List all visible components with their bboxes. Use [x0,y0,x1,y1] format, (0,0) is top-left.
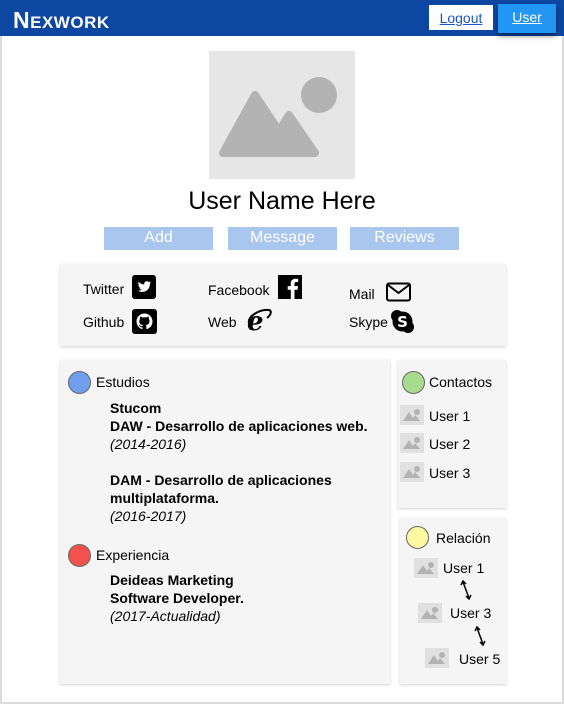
studies-entry: DAM - Desarrollo de aplicaciones multipl… [110,472,332,524]
skype-label[interactable]: Skype [349,314,388,330]
image-placeholder-icon [421,607,438,619]
relation-arrow-icon [474,625,486,649]
add-button[interactable]: Add [104,227,213,250]
svg-text:S: S [397,313,408,331]
relation-item[interactable]: User 5 [459,651,500,667]
relation-arrow-icon [460,579,472,603]
facebook-icon[interactable] [278,275,302,304]
relation-dot [406,526,429,549]
image-placeholder-icon [403,437,420,449]
brand-logo[interactable]: NEXWORK [13,7,110,34]
facebook-label[interactable]: Facebook [208,282,269,298]
contact-avatar [400,405,424,425]
relation-avatar [425,648,449,668]
contact-avatar [400,462,424,482]
relation-avatar [418,603,442,623]
github-icon[interactable] [132,309,157,339]
studies-title: Estudios [96,374,150,390]
twitter-icon[interactable] [132,275,156,304]
contacts-dot [402,371,425,394]
experience-dot [68,544,91,567]
web-label[interactable]: Web [208,314,237,330]
relation-item[interactable]: User 1 [443,560,484,576]
profile-avatar [209,51,355,179]
github-label[interactable]: Github [83,314,124,330]
contact-avatar [400,433,424,453]
user-name: User Name Here [188,187,376,215]
relation-title: Relación [436,530,491,546]
twitter-label[interactable]: Twitter [83,281,124,297]
experience-entry: Deideas Marketing Software Developer. (2… [110,572,244,624]
message-button[interactable]: Message [228,227,337,250]
contact-item[interactable]: User 2 [429,436,470,452]
skype-icon[interactable]: S [390,309,415,339]
image-placeholder-icon [403,409,420,421]
mail-icon[interactable] [386,282,411,307]
studies-entry: Stucom DAW - Desarrollo de aplicaciones … [110,400,368,452]
image-placeholder-icon [403,466,420,478]
web-icon[interactable]: e [245,306,273,339]
contact-item[interactable]: User 1 [429,408,470,424]
relation-item[interactable]: User 3 [450,605,491,621]
image-placeholder-icon [428,652,445,664]
image-placeholder-icon [417,562,434,574]
image-placeholder-icon [219,77,337,157]
studies-dot [68,371,91,394]
top-navbar: NEXWORK Logout User [0,0,564,36]
reviews-button[interactable]: Reviews [350,227,459,250]
experience-title: Experiencia [96,547,170,563]
logout-button[interactable]: Logout [429,5,493,30]
contact-item[interactable]: User 3 [429,465,470,481]
relation-avatar [414,558,438,578]
contacts-title: Contactos [429,374,493,390]
user-button[interactable]: User [498,4,556,33]
mail-label[interactable]: Mail [349,286,375,302]
